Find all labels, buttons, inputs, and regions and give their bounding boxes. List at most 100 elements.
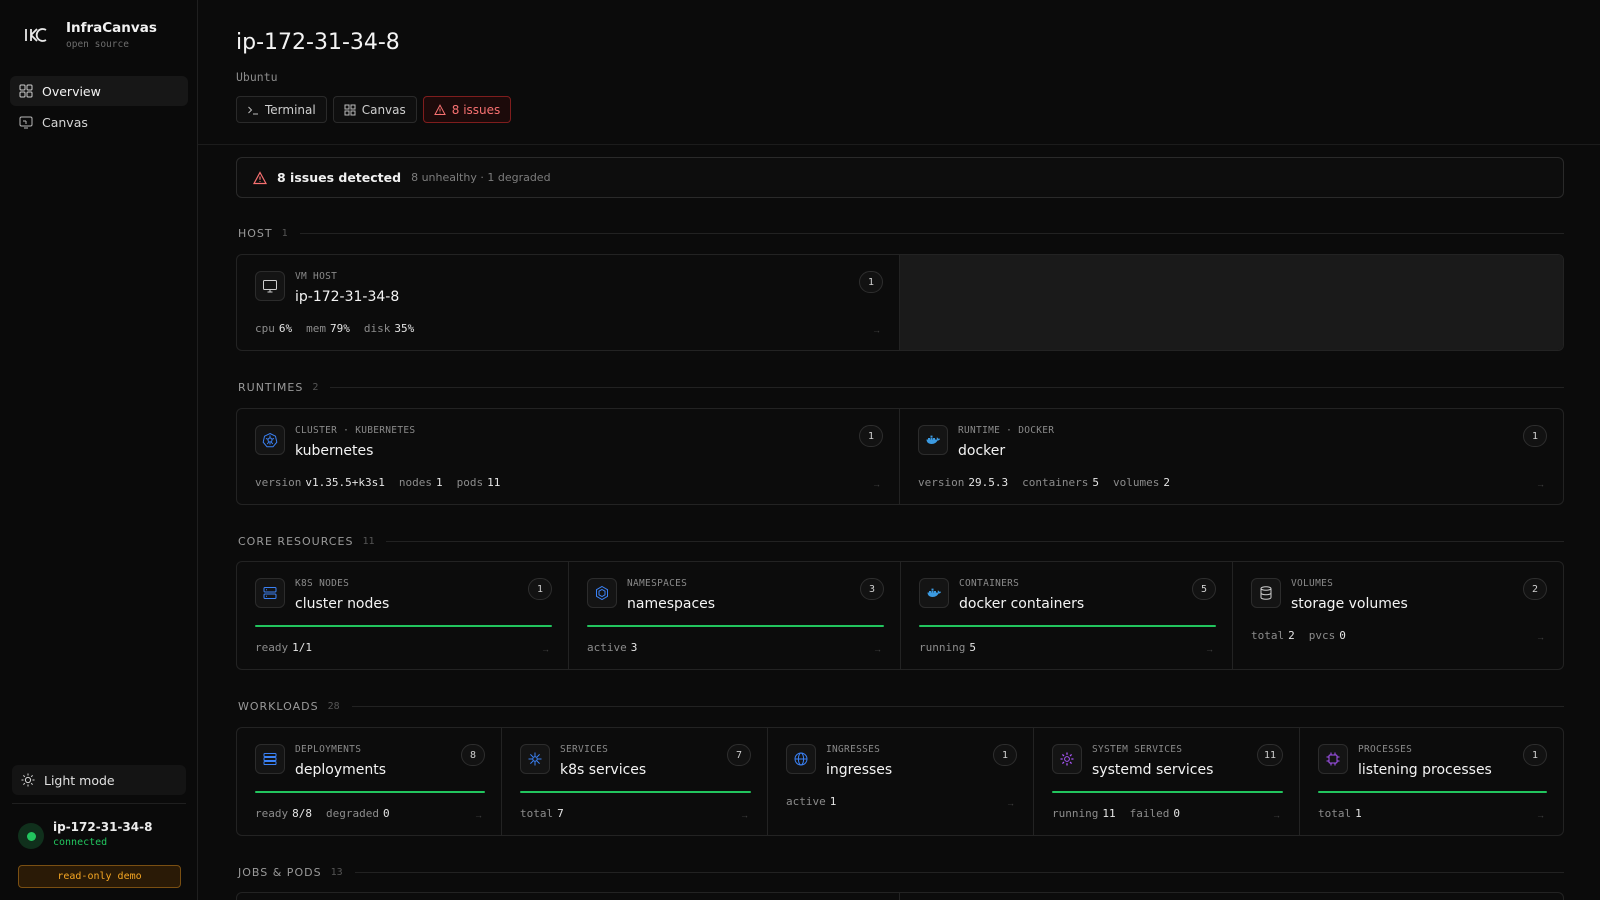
brand[interactable]: InfraCanvas open source: [24, 20, 157, 50]
status-dot-icon: [18, 823, 44, 849]
card-stats: cpu 6% mem 79% disk 35%: [255, 322, 428, 335]
globe-icon: [786, 744, 816, 774]
section-count: 13: [330, 867, 343, 878]
card-volumes[interactable]: VOLUMES storage volumes 2 total 2 pvcs 0 →: [1233, 562, 1563, 669]
card-kind: NAMESPACES: [627, 578, 688, 589]
card-kubernetes[interactable]: CLUSTER · KUBERNETES kubernetes 1 versio…: [237, 409, 900, 504]
host-row: VM HOST ip-172-31-34-8 1 cpu 6% mem 79% di…: [236, 254, 1564, 351]
workloads-row: DEPLOYMENTS deployments 8 ready 8/8 degra…: [236, 727, 1564, 836]
stat-pvcs: pvcs 0: [1308, 629, 1346, 642]
card-name: namespaces: [627, 596, 716, 612]
chevron-right-icon: →: [873, 644, 882, 654]
sun-icon: [20, 772, 36, 788]
card-kind: DEPLOYMENTS: [295, 744, 362, 755]
card-stats: active 3: [587, 641, 651, 654]
stat-active: active 1: [786, 795, 837, 808]
card-ingresses[interactable]: INGRESSES ingresses 1 active 1 →: [768, 728, 1034, 835]
card-namespaces[interactable]: NAMESPACES namespaces 3 active 3 →: [569, 562, 901, 669]
terminal-button[interactable]: Terminal: [236, 96, 327, 123]
core-row: K8S NODES cluster nodes 1 ready 1/1 → NAM…: [236, 561, 1564, 670]
card-stats: version 29.5.3 containers 5 volumes 2: [918, 476, 1184, 489]
count-badge: 1: [1523, 744, 1547, 766]
card-vm-host[interactable]: VM HOST ip-172-31-34-8 1 cpu 6% mem 79% di…: [237, 255, 900, 350]
page-subtitle: Ubuntu: [236, 70, 278, 84]
canvas-label: Canvas: [361, 102, 406, 117]
issues-banner-detail: 8 unhealthy · 1 degraded: [411, 171, 551, 184]
card-stats: total 7: [520, 807, 578, 820]
count-badge: 7: [727, 744, 751, 766]
stat-mem: mem 79%: [306, 322, 350, 335]
card-jobs[interactable]: [237, 893, 900, 900]
hexagon-icon: [587, 578, 617, 608]
card-services[interactable]: SERVICES k8s services 7 total 7 →: [502, 728, 768, 835]
chevron-right-icon: →: [872, 479, 881, 489]
section-jobs-header: JOBS & PODS 13: [238, 866, 1564, 879]
card-name: kubernetes: [295, 443, 374, 459]
section-title: JOBS & PODS: [238, 866, 322, 879]
header-actions: Terminal Canvas 8 issues: [236, 96, 517, 123]
sidebar-nav: Overview Canvas: [10, 76, 188, 138]
connection-status: ip-172-31-34-8 connected: [18, 820, 152, 849]
grid-icon: [18, 83, 34, 99]
section-title: RUNTIMES: [238, 381, 304, 394]
section-count: 28: [327, 701, 340, 712]
light-mode-toggle[interactable]: Light mode: [12, 765, 186, 795]
docker-icon: [918, 425, 948, 455]
card-kind: CLUSTER · KUBERNETES: [295, 425, 416, 436]
card-stats: version v1.35.5+k3s1 nodes 1 pods 11: [255, 476, 514, 489]
chevron-right-icon: →: [1205, 644, 1214, 654]
brand-name: InfraCanvas: [66, 20, 157, 36]
card-processes[interactable]: PROCESSES listening processes 1 total 1 →: [1300, 728, 1563, 835]
card-kind: SYSTEM SERVICES: [1092, 744, 1183, 755]
card-stats: active 1: [786, 795, 850, 808]
stat-total: total 1: [1318, 807, 1362, 820]
card-name: cluster nodes: [295, 596, 390, 612]
card-name: docker containers: [959, 596, 1085, 612]
stat-nodes: nodes 1: [398, 476, 443, 489]
card-name: k8s services: [560, 762, 647, 778]
section-count: 2: [312, 382, 319, 393]
sidebar-item-overview[interactable]: Overview: [10, 76, 188, 106]
chevron-right-icon: →: [1536, 632, 1545, 642]
card-stats: total 2 pvcs 0: [1251, 629, 1360, 642]
stat-degraded: degraded 0: [326, 807, 390, 820]
section-core-header: CORE RESOURCES 11: [238, 535, 1564, 548]
sidebar-item-canvas[interactable]: Canvas: [10, 107, 188, 137]
card-containers[interactable]: CONTAINERS docker containers 5 running 5 …: [901, 562, 1233, 669]
connection-host: ip-172-31-34-8: [53, 820, 153, 834]
count-badge: 5: [1192, 578, 1216, 600]
stat-version: version 29.5.3: [918, 476, 1009, 489]
card-pods[interactable]: [900, 893, 1563, 900]
kubernetes-icon: [255, 425, 285, 455]
canvas-button[interactable]: Canvas: [332, 96, 417, 123]
section-divider: [386, 541, 1564, 542]
issues-button[interactable]: 8 issues: [422, 96, 512, 123]
card-stats: ready 8/8 degraded 0: [255, 807, 404, 820]
stat-disk: disk 35%: [363, 322, 415, 335]
issues-banner[interactable]: 8 issues detected 8 unhealthy · 1 degrad…: [236, 157, 1564, 198]
stat-ready: ready 8/8: [255, 807, 312, 820]
stat-running: running 11: [1052, 807, 1116, 820]
card-system-services[interactable]: SYSTEM SERVICES systemd services 11 runn…: [1034, 728, 1300, 835]
brand-subtitle: open source: [66, 39, 129, 50]
light-mode-label: Light mode: [44, 772, 115, 788]
card-stats: running 11 failed 0: [1052, 807, 1194, 820]
health-bar: [1318, 791, 1547, 793]
page-title: ip-172-31-34-8: [236, 30, 400, 55]
chevron-right-icon: →: [474, 810, 483, 820]
issues-banner-title: 8 issues detected: [277, 170, 402, 185]
stat-active: active 3: [587, 641, 638, 654]
card-kind: PROCESSES: [1358, 744, 1413, 755]
card-k8s-nodes[interactable]: K8S NODES cluster nodes 1 ready 1/1 →: [237, 562, 569, 669]
card-deployments[interactable]: DEPLOYMENTS deployments 8 ready 8/8 degra…: [237, 728, 502, 835]
chevron-right-icon: →: [1536, 810, 1545, 820]
card-kind: VOLUMES: [1291, 578, 1334, 589]
card-stats: running 5: [919, 641, 990, 654]
count-badge: 2: [1523, 578, 1547, 600]
card-docker[interactable]: RUNTIME · DOCKER docker 1 version 29.5.3 …: [900, 409, 1563, 504]
card-kind: SERVICES: [560, 744, 609, 755]
section-runtimes-header: RUNTIMES 2: [238, 381, 1564, 394]
main-content: ip-172-31-34-8 Ubuntu Terminal Canvas 8 …: [198, 0, 1600, 900]
sidebar-item-label: Canvas: [42, 114, 88, 130]
sidebar: InfraCanvas open source Overview Canvas …: [0, 0, 198, 900]
